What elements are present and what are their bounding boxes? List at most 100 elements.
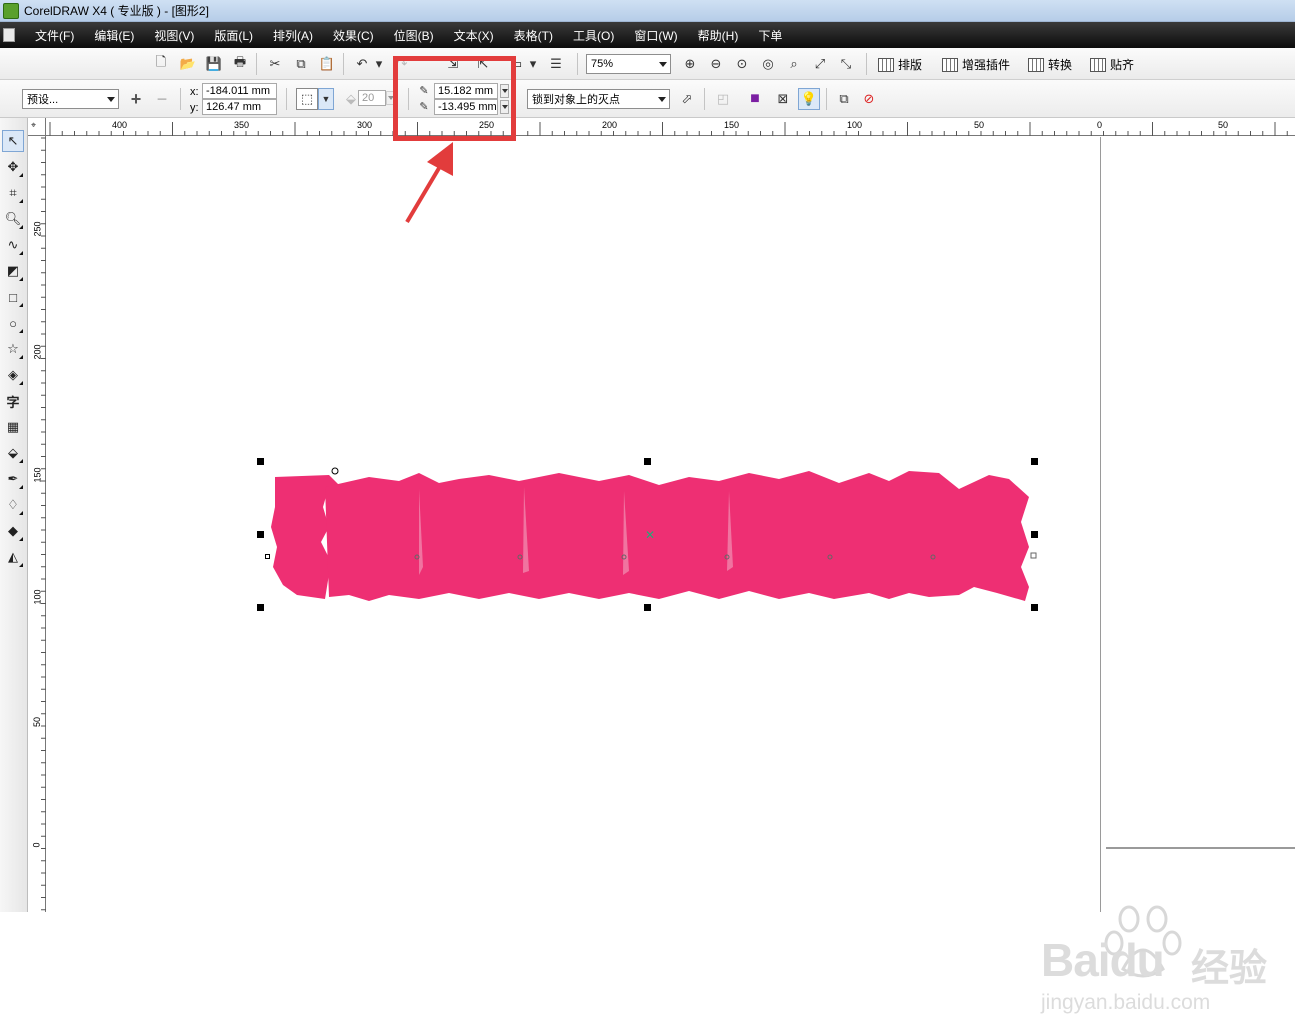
layout-button[interactable]: 排版 [878,56,922,73]
clear-extrude-icon[interactable]: ⊘ [858,88,880,110]
menu-tools[interactable]: 工具(O) [563,27,624,44]
menu-layout[interactable]: 版面(L) [204,27,263,44]
separator [866,53,867,75]
center-marker-icon[interactable]: ✕ [645,528,655,542]
x-position-field[interactable]: -184.011 mm [202,83,277,99]
menu-edit[interactable]: 编辑(E) [84,27,144,44]
eyedropper-tool-icon[interactable]: ✒ [2,468,24,490]
vanishing-point-lock-value: 锁到对象上的灭点 [532,94,620,106]
menu-order[interactable]: 下单 [748,27,792,44]
text-tool-icon[interactable]: 字 [2,390,24,412]
watermark-url: jingyan.baidu.com [1041,991,1211,1014]
menu-help[interactable]: 帮助(H) [688,27,749,44]
new-document-icon[interactable]: 🗋 [150,53,172,75]
zoom-height-icon[interactable]: ⤡ [835,53,857,75]
convert-button[interactable]: 转换 [1028,56,1072,73]
zoom-all-icon[interactable]: ◎ [757,53,779,75]
menu-table[interactable]: 表格(T) [504,27,563,44]
rectangle-tool-icon[interactable]: □ [2,286,24,308]
fill-tool-icon[interactable]: ◆ [2,520,24,542]
launcher-dropdown-icon[interactable]: ▾ [527,53,539,75]
menu-bitmaps[interactable]: 位图(B) [384,27,444,44]
table-tool-icon[interactable]: ▦ [2,416,24,438]
extrude-node[interactable] [265,554,270,559]
preset-select[interactable]: 预设... [22,89,119,109]
save-icon[interactable]: 💾 [203,53,225,75]
vertical-ruler[interactable]: 250 200 150 100 50 0 [28,136,46,912]
extruded-text-artwork[interactable]: ✕ [269,467,1039,607]
undo-icon[interactable]: ↶ [351,53,373,75]
pick-tool-icon[interactable]: ↖ [2,130,24,152]
selection-handle-sw[interactable] [257,604,264,611]
menu-arrange[interactable]: 排列(A) [263,27,323,44]
drawing-canvas[interactable]: ✕ Baidu 经验 jingyan.baidu.com [47,137,1295,1014]
undo-dropdown-icon[interactable]: ▾ [373,53,385,75]
selection-handle-s[interactable] [644,604,651,611]
extrude-color-icon[interactable]: ■ [744,88,766,110]
copy-extrude-icon[interactable]: ⧉ [833,88,855,110]
selection-handle-w[interactable] [257,531,264,538]
interactive-fill-tool-icon[interactable]: ◭ [2,546,24,568]
document-icon[interactable] [3,28,15,42]
control-node[interactable] [1030,552,1037,559]
zoom-level-select[interactable]: 75% [586,54,671,74]
watermark-brand: Baidu [1041,934,1165,986]
paste-icon[interactable]: 📋 [316,53,338,75]
freehand-tool-icon[interactable]: ∿ [2,234,24,256]
ruler-tick-label: 150 [32,467,43,483]
shape-tool-icon[interactable]: ✥ [2,156,24,178]
menu-text[interactable]: 文本(X) [444,27,504,44]
separator [577,53,578,75]
menu-file[interactable]: 文件(F) [25,27,84,44]
zoom-tool-icon[interactable]: 🔍︎ [2,208,24,230]
add-preset-icon[interactable]: + [125,88,147,110]
ruler-tick-label: 0 [31,842,42,848]
enhance-plugin-button[interactable]: 增强插件 [942,56,1010,73]
convert-label: 转换 [1048,58,1073,72]
ruler-origin-corner[interactable]: ⌖ [28,118,46,136]
title-bar: CorelDRAW X4 ( 专业版 ) - [图形2] [0,0,1295,22]
welcome-screen-icon[interactable]: ☰ [545,53,567,75]
highlight-box [393,56,516,141]
polygon-tool-icon[interactable]: ☆ [2,338,24,360]
menu-view[interactable]: 视图(V) [144,27,204,44]
bevel-icon[interactable]: ⊠ [772,88,794,110]
zoom-out-icon[interactable]: ⊖ [705,53,727,75]
ruler-tick-label: 250 [32,221,43,237]
zoom-selected-icon[interactable]: ⊙ [731,53,753,75]
selection-handle-ne[interactable] [1031,458,1038,465]
selection-handle-nw[interactable] [257,458,264,465]
selection-handle-se[interactable] [1031,604,1038,611]
menu-window[interactable]: 窗口(W) [624,27,687,44]
vanishing-point-icon[interactable]: ⬀ [676,88,698,110]
horizontal-ruler[interactable]: 400 350 300 250 200 150 100 50 0 50 [46,118,1295,136]
interactive-tool-icon[interactable]: ⬙ [2,442,24,464]
separator [286,88,287,110]
outline-tool-icon[interactable]: ♢ [2,494,24,516]
copy-icon[interactable]: ⧉ [290,53,312,75]
menu-effects[interactable]: 效果(C) [323,27,384,44]
smart-fill-tool-icon[interactable]: ◩ [2,260,24,282]
extrusion-type-dropdown[interactable]: ▼ [318,88,334,110]
snap-label: 贴齐 [1110,58,1135,72]
ruler-tick-label: 50 [974,120,985,130]
ellipse-tool-icon[interactable]: ○ [2,312,24,334]
crop-tool-icon[interactable]: ⌗ [2,182,24,204]
snap-button[interactable]: 贴齐 [1090,56,1134,73]
zoom-width-icon[interactable]: ⤢ [809,53,831,75]
zoom-in-icon[interactable]: ⊕ [679,53,701,75]
basic-shapes-tool-icon[interactable]: ◈ [2,364,24,386]
print-icon[interactable]: 🖶 [229,53,251,75]
selection-handle-n[interactable] [644,458,651,465]
lighting-icon[interactable]: 💡 [798,88,820,110]
cut-icon[interactable]: ✂ [264,53,286,75]
y-position-field[interactable]: 126.47 mm [202,99,277,115]
zoom-page-icon[interactable]: ⌕ [783,53,805,75]
extrusion-type-icon[interactable]: ⬚ [296,88,318,110]
selection-handle-e[interactable] [1031,531,1038,538]
vanishing-point-lock-select[interactable]: 锁到对象上的灭点 [527,89,670,109]
open-folder-icon[interactable]: 📂 [177,53,199,75]
separator [180,88,181,110]
baidu-jingyan-watermark: Baidu 经验 jingyan.baidu.com [1039,897,1295,1027]
control-node[interactable] [331,467,339,475]
